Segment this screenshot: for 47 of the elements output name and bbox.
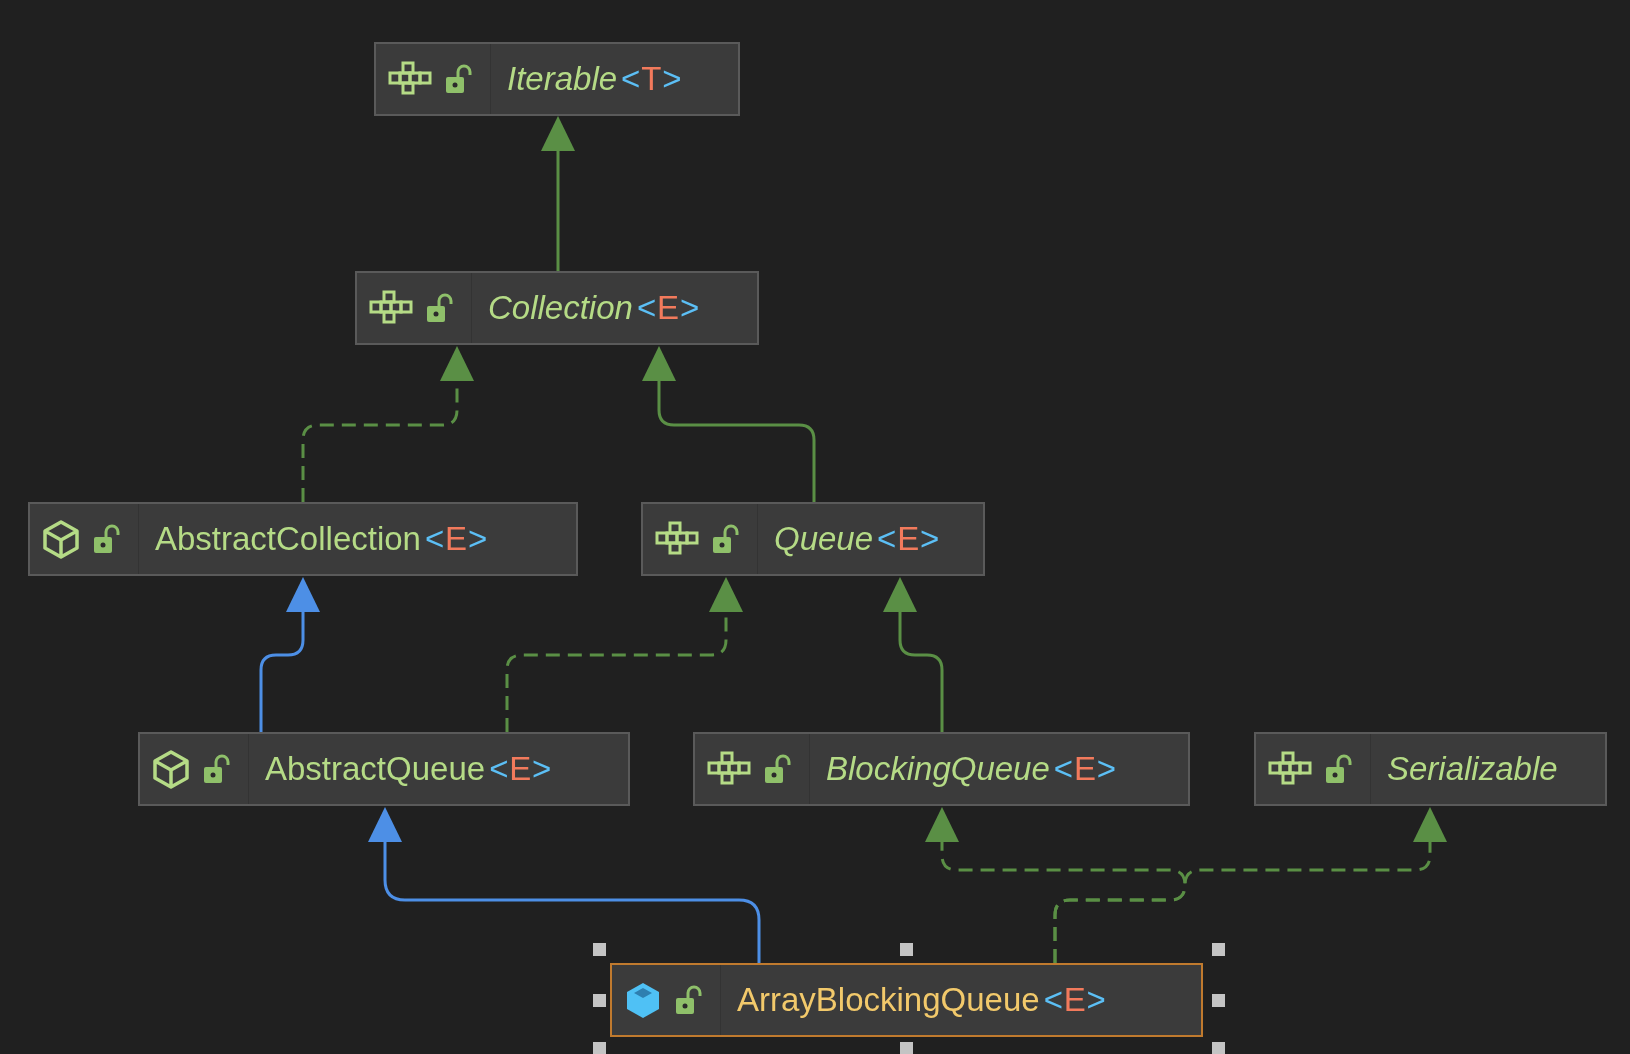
class-name: Queue	[774, 519, 874, 560]
interface-icon	[655, 521, 699, 557]
resize-handle[interactable]	[1212, 943, 1225, 956]
resize-handle[interactable]	[899, 943, 913, 956]
unlocked-padlock-icon	[763, 753, 793, 785]
cube-icon	[152, 749, 190, 789]
class-name: AbstractCollection	[155, 519, 421, 560]
unlocked-padlock-icon	[1324, 753, 1354, 785]
unlocked-padlock-icon	[711, 523, 741, 555]
class-name: AbstractQueue	[265, 749, 486, 790]
class-node[interactable]: Queue<E>	[641, 502, 985, 576]
type-parameter: <E>	[1043, 980, 1107, 1021]
type-parameter: <E>	[1053, 749, 1117, 790]
unlocked-padlock-icon	[674, 984, 704, 1016]
interface-icon	[388, 61, 432, 97]
type-parameter: <T>	[621, 59, 683, 100]
interface-icon	[707, 751, 751, 787]
class-node[interactable]: BlockingQueue<E>	[693, 732, 1190, 806]
class-node[interactable]: Collection<E>	[355, 271, 759, 345]
cube-icon	[42, 519, 80, 559]
resize-handle[interactable]	[1212, 994, 1225, 1007]
resize-handle[interactable]	[593, 994, 606, 1007]
resize-handle[interactable]	[593, 1042, 606, 1054]
resize-handle[interactable]	[1212, 1042, 1225, 1054]
cube-icon	[624, 980, 662, 1020]
type-parameter: <E>	[489, 749, 553, 790]
class-node[interactable]: Iterable<T>	[374, 42, 740, 116]
class-node[interactable]: AbstractQueue<E>	[138, 732, 630, 806]
resize-handle[interactable]	[899, 1042, 913, 1054]
class-node[interactable]: AbstractCollection<E>	[28, 502, 578, 576]
class-name: Serializable	[1387, 749, 1558, 790]
class-name: Collection	[488, 288, 633, 329]
unlocked-padlock-icon	[92, 523, 122, 555]
class-node[interactable]: Serializable	[1254, 732, 1607, 806]
unlocked-padlock-icon	[202, 753, 232, 785]
class-name: ArrayBlockingQueue	[737, 980, 1040, 1021]
type-parameter: <E>	[424, 519, 488, 560]
interface-icon	[369, 290, 413, 326]
class-node[interactable]: ArrayBlockingQueue<E>	[610, 963, 1203, 1037]
unlocked-padlock-icon	[425, 292, 455, 324]
resize-handle[interactable]	[593, 943, 606, 956]
unlocked-padlock-icon	[444, 63, 474, 95]
type-parameter: <E>	[636, 288, 700, 329]
class-name: Iterable	[507, 59, 618, 100]
class-name: BlockingQueue	[826, 749, 1050, 790]
type-parameter: <E>	[877, 519, 941, 560]
interface-icon	[1268, 751, 1312, 787]
